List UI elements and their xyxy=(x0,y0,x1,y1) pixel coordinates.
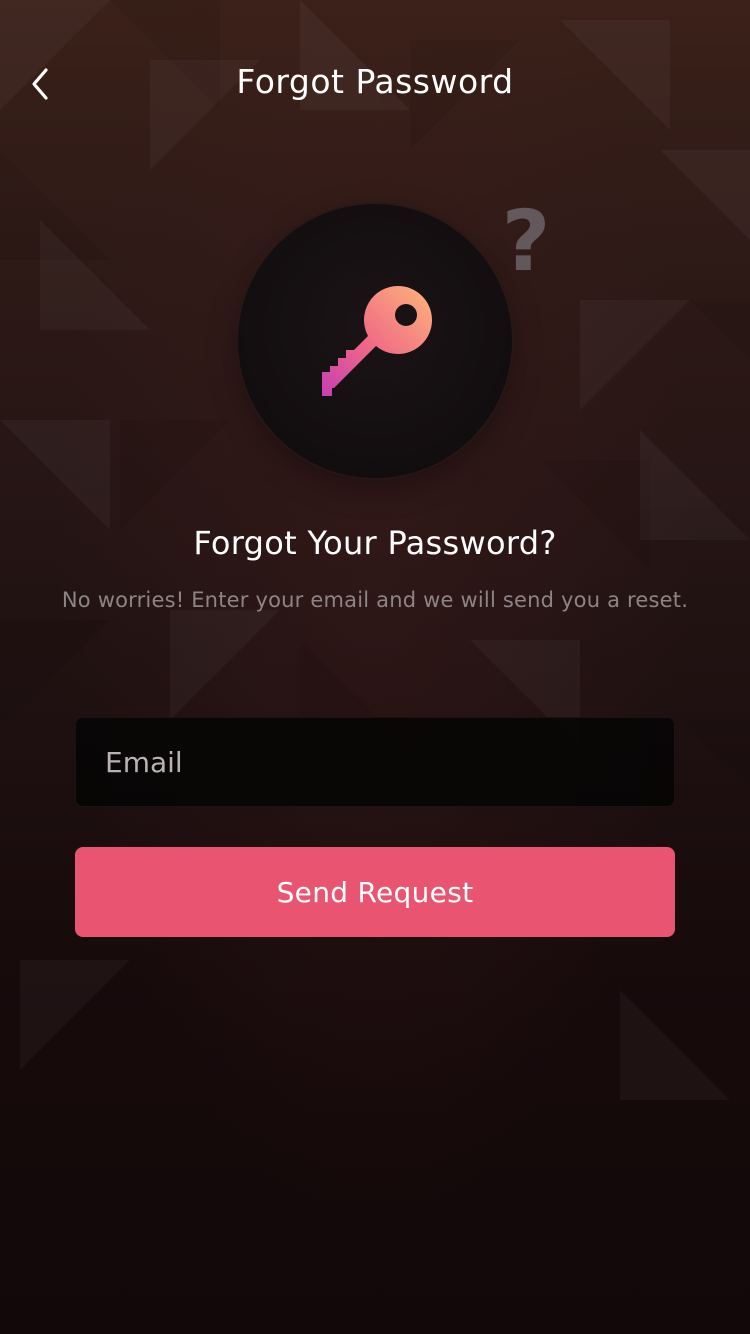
reset-heading: Forgot Your Password? xyxy=(193,524,557,562)
key-icon xyxy=(322,286,432,396)
background-pattern xyxy=(0,0,750,790)
page-title: Forgot Password xyxy=(236,62,514,101)
navigation-bar: Forgot Password xyxy=(0,0,750,170)
email-field[interactable] xyxy=(75,717,675,807)
question-mark-icon: ? xyxy=(501,192,551,290)
reset-description: No worries! Enter your email and we will… xyxy=(61,588,689,612)
email-input[interactable] xyxy=(75,717,675,807)
send-request-button[interactable]: Send Request xyxy=(75,847,675,937)
